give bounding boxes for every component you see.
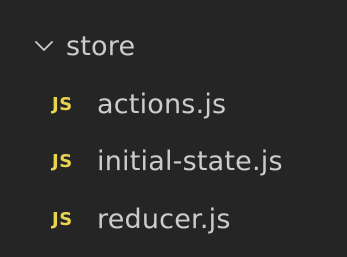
folder-row-store[interactable]: store — [0, 22, 347, 70]
js-file-icon: JS — [52, 150, 73, 172]
js-file-icon: JS — [52, 93, 73, 115]
folder-label: store — [66, 30, 136, 62]
js-file-icon: JS — [52, 208, 73, 230]
file-label: actions.js — [97, 88, 227, 120]
file-row-actions[interactable]: JS actions.js — [0, 80, 347, 128]
file-explorer: store JS actions.js JS initial-state.js … — [0, 0, 347, 257]
chevron-down-icon[interactable] — [34, 36, 54, 56]
file-row-reducer[interactable]: JS reducer.js — [0, 195, 347, 243]
file-row-initial-state[interactable]: JS initial-state.js — [0, 137, 347, 185]
file-label: reducer.js — [97, 203, 231, 235]
file-label: initial-state.js — [97, 145, 283, 177]
